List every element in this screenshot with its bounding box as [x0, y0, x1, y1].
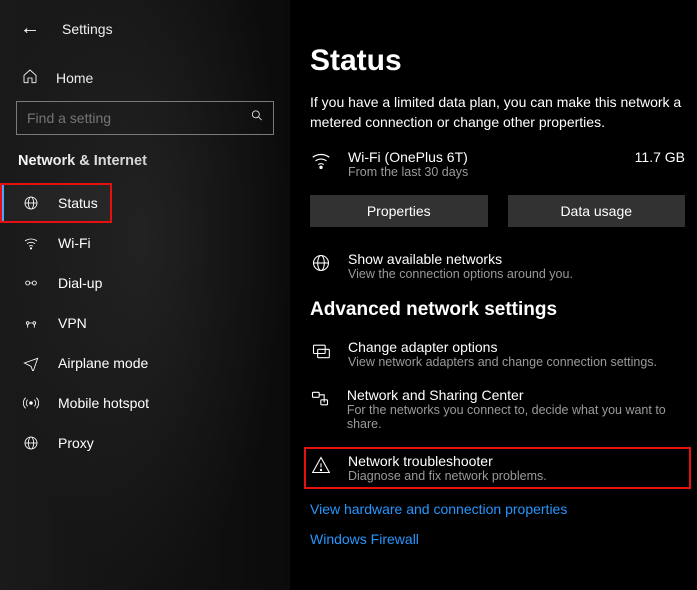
- data-usage-button[interactable]: Data usage: [508, 195, 686, 227]
- sidebar: ← Settings Home Network & Internet Statu…: [0, 0, 290, 590]
- limited-plan-text: If you have a limited data plan, you can…: [310, 92, 685, 133]
- section-title: Network & Internet: [0, 153, 290, 183]
- wifi-signal-icon: [310, 149, 332, 176]
- settings-title: Settings: [62, 21, 113, 37]
- search-icon: [250, 109, 264, 128]
- adapter-icon: [310, 339, 332, 361]
- globe-icon: [22, 195, 40, 211]
- sidebar-item-label: Status: [58, 195, 98, 211]
- sidebar-item-proxy[interactable]: Proxy: [0, 423, 290, 463]
- sidebar-item-vpn[interactable]: VPN: [0, 303, 290, 343]
- search-wrap: [0, 101, 290, 153]
- wifi-connection-name: Wi-Fi (OnePlus 6T): [348, 149, 609, 165]
- wifi-connection-sub: From the last 30 days: [348, 165, 609, 179]
- airplane-icon: [22, 355, 40, 371]
- dialup-icon: [22, 275, 40, 291]
- sidebar-item-label: Dial-up: [58, 275, 102, 291]
- wifi-icon: [22, 235, 40, 251]
- option-desc: View network adapters and change connect…: [348, 355, 657, 369]
- back-button[interactable]: ←: [20, 17, 40, 40]
- page-title: Status: [310, 44, 685, 78]
- vpn-icon: [22, 315, 40, 331]
- main-content: Status If you have a limited data plan, …: [290, 0, 697, 590]
- warning-icon: [310, 453, 332, 475]
- sidebar-item-wifi[interactable]: Wi-Fi: [0, 223, 290, 263]
- option-title: Show available networks: [348, 251, 573, 267]
- sidebar-item-airplane[interactable]: Airplane mode: [0, 343, 290, 383]
- properties-button[interactable]: Properties: [310, 195, 488, 227]
- home-icon: [22, 68, 38, 87]
- sidebar-item-label: Proxy: [58, 435, 94, 451]
- sidebar-item-label: Mobile hotspot: [58, 395, 149, 411]
- sidebar-item-label: VPN: [58, 315, 87, 331]
- network-sharing-center[interactable]: Network and Sharing Center For the netwo…: [310, 387, 685, 431]
- option-title: Network troubleshooter: [348, 453, 547, 469]
- option-desc: Diagnose and fix network problems.: [348, 469, 547, 483]
- advanced-settings-title: Advanced network settings: [310, 299, 685, 321]
- option-desc: View the connection options around you.: [348, 267, 573, 281]
- home-nav[interactable]: Home: [0, 52, 290, 101]
- show-available-networks[interactable]: Show available networks View the connect…: [310, 251, 685, 281]
- home-label: Home: [56, 70, 93, 86]
- sidebar-item-status[interactable]: Status: [0, 183, 112, 223]
- sidebar-item-label: Wi-Fi: [58, 235, 91, 251]
- sharing-icon: [310, 387, 331, 409]
- change-adapter-options[interactable]: Change adapter options View network adap…: [310, 339, 685, 369]
- globe-icon: [310, 251, 332, 273]
- proxy-icon: [22, 435, 40, 451]
- sidebar-item-hotspot[interactable]: Mobile hotspot: [0, 383, 290, 423]
- wifi-data-usage: 11.7 GB: [625, 149, 685, 165]
- hotspot-icon: [22, 395, 40, 411]
- search-input[interactable]: [16, 101, 274, 135]
- sidebar-item-dialup[interactable]: Dial-up: [0, 263, 290, 303]
- windows-firewall-link[interactable]: Windows Firewall: [310, 531, 685, 547]
- sidebar-item-label: Airplane mode: [58, 355, 148, 371]
- option-title: Network and Sharing Center: [347, 387, 685, 403]
- option-title: Change adapter options: [348, 339, 657, 355]
- network-troubleshooter[interactable]: Network troubleshooter Diagnose and fix …: [306, 449, 689, 487]
- view-hardware-link[interactable]: View hardware and connection properties: [310, 501, 685, 517]
- wifi-usage-row: Wi-Fi (OnePlus 6T) From the last 30 days…: [310, 149, 685, 189]
- option-desc: For the networks you connect to, decide …: [347, 403, 685, 431]
